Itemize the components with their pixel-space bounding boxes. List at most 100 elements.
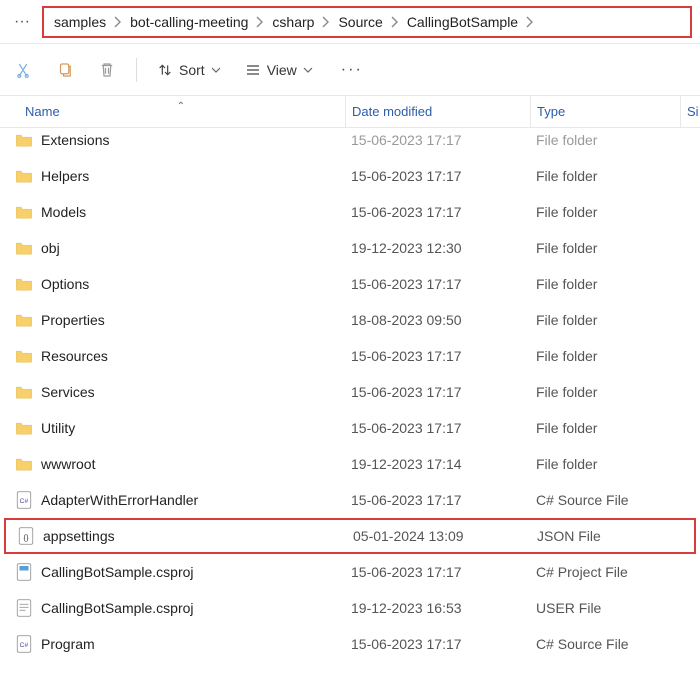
folder-icon: [15, 455, 33, 473]
file-row[interactable]: Helpers 15-06-2023 17:17File folder: [0, 158, 700, 194]
file-name-label: Utility: [41, 420, 75, 436]
sort-indicator-icon: ⌃: [177, 101, 185, 112]
cs-icon: C#: [15, 491, 33, 509]
chevron-down-icon: [211, 67, 221, 73]
folder-icon: [15, 131, 33, 149]
user-icon: [15, 599, 33, 617]
file-type-cell: File folder: [530, 456, 680, 472]
file-row[interactable]: Resources15-06-2023 17:17File folder: [0, 338, 700, 374]
file-name-cell: Utility: [0, 419, 345, 437]
file-name-cell: Helpers: [0, 167, 345, 185]
file-name-cell: CallingBotSample.csproj: [0, 563, 345, 581]
file-type-cell: C# Project File: [530, 564, 680, 580]
file-type-cell: File folder: [530, 420, 680, 436]
file-name-cell: Models: [0, 203, 345, 221]
delete-button[interactable]: [88, 55, 126, 85]
folder-icon: [15, 275, 33, 293]
svg-text:{}: {}: [23, 533, 29, 542]
file-type-cell: File folder: [530, 384, 680, 400]
chevron-right-icon: [318, 16, 334, 28]
breadcrumb-item[interactable]: samples: [50, 10, 110, 34]
file-row[interactable]: {}appsettings05-01-2024 13:09JSON File: [4, 518, 696, 554]
file-name-cell: {}appsettings: [6, 527, 347, 545]
folder-icon: [15, 239, 33, 257]
column-header-name[interactable]: Name ⌃: [0, 104, 345, 119]
file-list: Extensions15-06-2023 17:17File folderHel…: [0, 122, 700, 662]
file-name-cell: Options: [0, 275, 345, 293]
file-date-cell: 15-06-2023 17:17: [345, 384, 530, 400]
file-name-label: CallingBotSample.csproj: [41, 600, 194, 616]
svg-text:C#: C#: [20, 642, 29, 649]
file-name-cell: Properties: [0, 311, 345, 329]
breadcrumb-item[interactable]: Source: [334, 10, 386, 34]
file-name-label: Services: [41, 384, 95, 400]
file-date-cell: 15-06-2023 17:17: [345, 276, 530, 292]
file-name-cell: Resources: [0, 347, 345, 365]
file-row[interactable]: C# AdapterWithErrorHandler 15-06-2023 17:1…: [0, 482, 700, 518]
file-row[interactable]: wwwroot19-12-2023 17:14File folder: [0, 446, 700, 482]
file-row[interactable]: Services 15-06-2023 17:17File folder: [0, 374, 700, 410]
file-type-cell: File folder: [530, 168, 680, 184]
file-row[interactable]: CallingBotSample.csproj 15-06-2023 17:17C…: [0, 554, 700, 590]
file-date-cell: 05-01-2024 13:09: [347, 528, 531, 544]
file-name-cell: C# AdapterWithErrorHandler: [0, 491, 345, 509]
file-row[interactable]: Utility15-06-2023 17:17File folder: [0, 410, 700, 446]
view-button[interactable]: View: [235, 56, 323, 84]
more-button[interactable]: ···: [327, 55, 377, 85]
file-row[interactable]: Extensions 15-06-2023 17:17File folder: [0, 122, 700, 158]
file-type-cell: File folder: [530, 132, 680, 148]
sort-button[interactable]: Sort: [147, 56, 231, 84]
file-name-label: AdapterWithErrorHandler: [41, 492, 198, 508]
file-row[interactable]: obj19-12-2023 12:30File folder: [0, 230, 700, 266]
breadcrumb: ··· samples bot-calling-meeting csharp S…: [0, 0, 700, 44]
folder-icon: [15, 167, 33, 185]
file-type-cell: USER File: [530, 600, 680, 616]
cut-button[interactable]: [4, 55, 42, 85]
file-name-label: Options: [41, 276, 89, 292]
breadcrumb-ellipsis-button[interactable]: ···: [8, 13, 36, 31]
file-date-cell: 19-12-2023 17:14: [345, 456, 530, 472]
folder-icon: [15, 419, 33, 437]
folder-icon: [15, 383, 33, 401]
breadcrumb-item[interactable]: bot-calling-meeting: [126, 10, 252, 34]
file-row[interactable]: C#Program15-06-2023 17:17C# Source File: [0, 626, 700, 662]
file-name-label: Extensions: [41, 132, 109, 148]
breadcrumb-path: samples bot-calling-meeting csharp Sourc…: [42, 6, 692, 38]
file-row[interactable]: Models15-06-2023 17:17File folder: [0, 194, 700, 230]
file-date-cell: 15-06-2023 17:17: [345, 204, 530, 220]
file-date-cell: 15-06-2023 17:17: [345, 132, 530, 148]
chevron-right-icon: [522, 16, 538, 28]
file-row[interactable]: Options 15-06-2023 17:17File folder: [0, 266, 700, 302]
file-name-label: Resources: [41, 348, 108, 364]
file-name-cell: Extensions: [0, 131, 345, 149]
file-type-cell: File folder: [530, 312, 680, 328]
cs-icon: C#: [15, 635, 33, 653]
file-name-cell: Services: [0, 383, 345, 401]
file-row[interactable]: CallingBotSample.csproj19-12-2023 16:53U…: [0, 590, 700, 626]
file-name-label: Models: [41, 204, 86, 220]
file-name-cell: C#Program: [0, 635, 345, 653]
csproj-icon: [15, 563, 33, 581]
chevron-right-icon: [252, 16, 268, 28]
file-date-cell: 15-06-2023 17:17: [345, 168, 530, 184]
file-name-label: Helpers: [41, 168, 89, 184]
file-date-cell: 15-06-2023 17:17: [345, 564, 530, 580]
file-type-cell: File folder: [530, 348, 680, 364]
file-type-cell: File folder: [530, 240, 680, 256]
folder-icon: [15, 347, 33, 365]
breadcrumb-item[interactable]: csharp: [268, 10, 318, 34]
folder-icon: [15, 203, 33, 221]
file-date-cell: 18-08-2023 09:50: [345, 312, 530, 328]
chevron-right-icon: [110, 16, 126, 28]
breadcrumb-item[interactable]: CallingBotSample: [403, 10, 522, 34]
file-type-cell: File folder: [530, 276, 680, 292]
file-date-cell: 15-06-2023 17:17: [345, 492, 530, 508]
copy-button[interactable]: [46, 55, 84, 85]
file-name-label: obj: [41, 240, 60, 256]
svg-text:C#: C#: [20, 498, 29, 505]
json-icon: {}: [17, 527, 35, 545]
file-name-label: CallingBotSample.csproj: [41, 564, 194, 580]
sort-label: Sort: [179, 62, 205, 78]
file-row[interactable]: Properties18-08-2023 09:50File folder: [0, 302, 700, 338]
file-type-cell: C# Source File: [530, 636, 680, 652]
